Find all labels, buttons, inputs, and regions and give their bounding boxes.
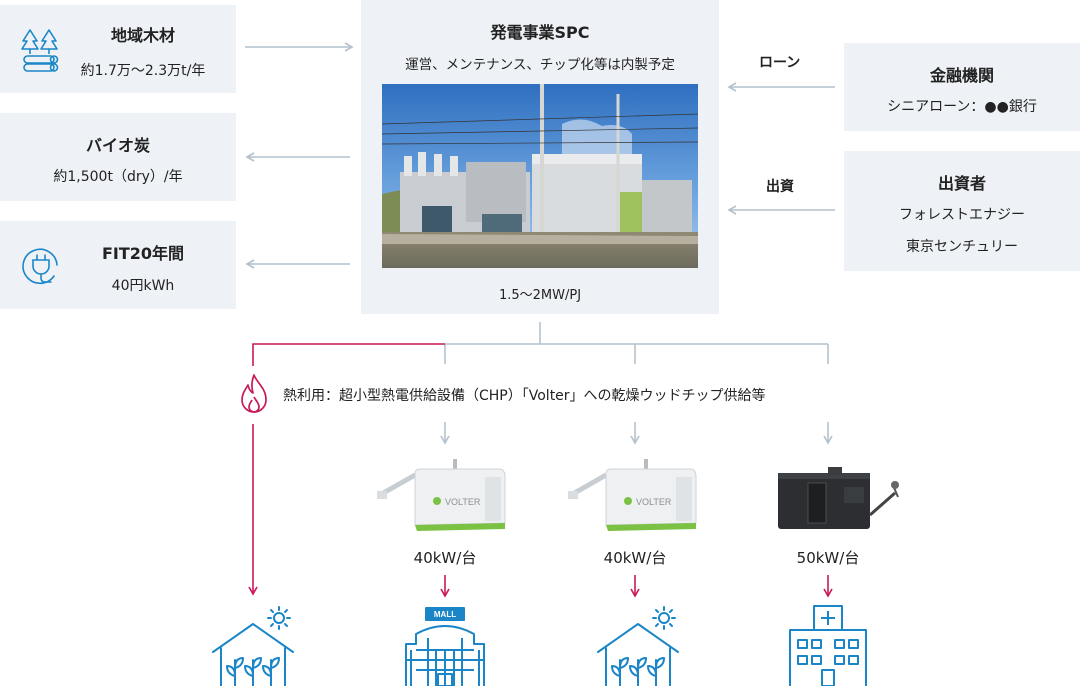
- investor-2: 東京センチュリー: [906, 239, 1018, 255]
- volter-brand-2: VOLTER: [636, 497, 672, 507]
- fit-price: 40円kWh: [111, 278, 175, 294]
- timber-title: 地域木材: [110, 26, 175, 45]
- investor-1: フォレストエナジー: [899, 207, 1025, 223]
- spc-title: 発電事業SPC: [490, 23, 590, 42]
- greenhouse-icon: [212, 606, 294, 686]
- dark-chp-unit: [778, 467, 899, 529]
- bank-title: 金融機関: [929, 66, 994, 85]
- bank-box: 金融機関 シニアローン：●●銀行: [844, 43, 1080, 131]
- fit-title: FIT20年間: [101, 244, 185, 263]
- unit-1-capacity: 40kW/台: [413, 549, 477, 567]
- timber-amount: 約1.7万〜2.3万t/年: [80, 63, 206, 79]
- investor-title: 出資者: [937, 174, 986, 193]
- biochar-box: バイオ炭 約1,500t（dry）/年: [0, 113, 236, 201]
- mall-sign: MALL: [434, 610, 456, 619]
- heat-line: [252, 343, 445, 366]
- spc-capacity: 1.5〜2MW/PJ: [498, 288, 582, 303]
- timber-box: 地域木材 約1.7万〜2.3万t/年: [0, 5, 236, 93]
- greenhouse-icon-2: [597, 606, 679, 686]
- investor-box: 出資者 フォレストエナジー 東京センチュリー: [844, 151, 1080, 271]
- fit-box: FIT20年間 40円kWh: [0, 221, 236, 309]
- unit-3-capacity: 50kW/台: [796, 549, 860, 567]
- biochar-amount: 約1,500t（dry）/年: [53, 169, 183, 185]
- spc-box: 発電事業SPC 運営、メンテナンス、チップ化等は内製予定 1.5〜2MW/PJ: [361, 0, 719, 314]
- power-plant-photo: [382, 84, 698, 268]
- volter-brand-1: VOLTER: [445, 497, 481, 507]
- volter-unit-2: VOLTER: [568, 459, 697, 531]
- hospital-icon: [789, 605, 867, 686]
- investment-label: 出資: [766, 179, 794, 195]
- flame-icon: [241, 374, 267, 413]
- biochar-title: バイオ炭: [85, 136, 150, 155]
- volter-unit-1: VOLTER: [377, 459, 506, 531]
- heat-use-text: 熱利用：超小型熱電供給設備（CHP）「Volter」への乾燥ウッドチップ供給等: [283, 388, 766, 404]
- loan-label: ローン: [759, 55, 801, 71]
- unit-2-capacity: 40kW/台: [603, 549, 667, 567]
- mall-icon: MALL: [405, 607, 485, 686]
- bank-loan-detail: シニアローン：●●銀行: [887, 99, 1037, 115]
- spc-subtitle: 運営、メンテナンス、チップ化等は内製予定: [405, 57, 675, 73]
